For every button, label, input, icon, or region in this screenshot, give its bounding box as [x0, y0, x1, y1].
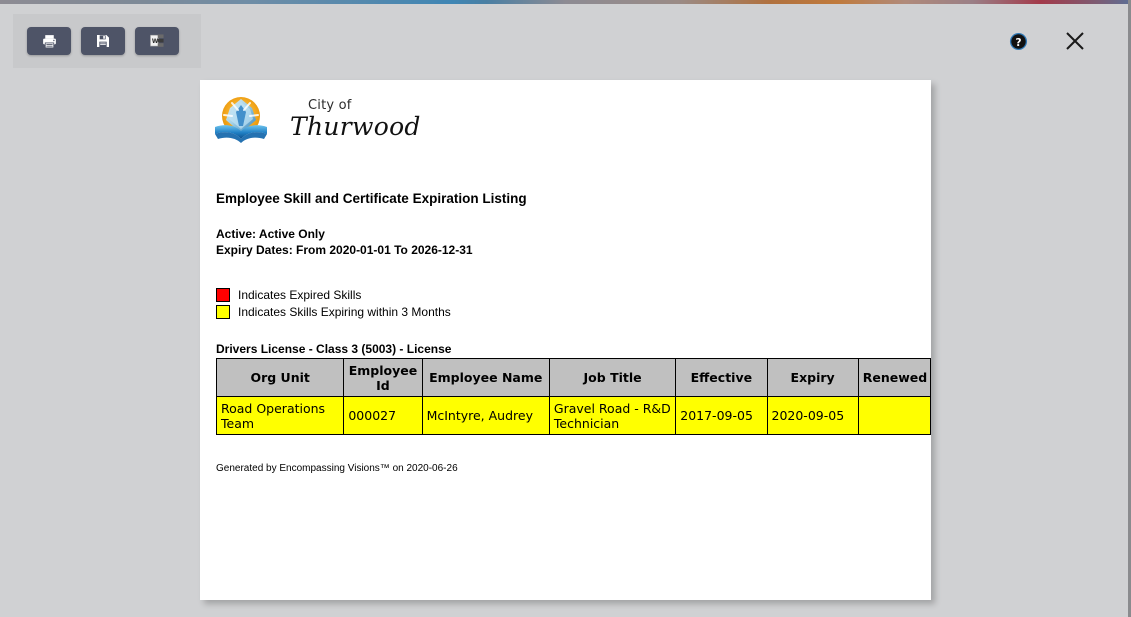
logo-line-city: City of: [308, 97, 352, 113]
help-icon[interactable]: ?: [1008, 31, 1028, 51]
top-color-strip: [0, 0, 1131, 4]
globe-book-logo-icon: [210, 93, 272, 148]
export-word-button[interactable]: W: [135, 27, 179, 55]
column-header-expiry: Expiry: [766, 358, 859, 397]
generated-footer: Generated by Encompassing Visions™ on 20…: [216, 463, 458, 474]
cell-org-unit: Road Operations Team: [215, 396, 345, 435]
column-header-renewed: Renewed: [857, 358, 931, 397]
logo-line-name: Thurwood: [290, 111, 421, 141]
legend-item-expiring: Indicates Skills Expiring within 3 Month…: [216, 303, 921, 320]
report-param-expiry-dates: Expiry Dates: From 2020-01-01 To 2026-12…: [216, 243, 473, 257]
legend: Indicates Expired Skills Indicates Skill…: [216, 286, 921, 320]
legend-swatch-yellow: [216, 304, 230, 319]
cell-employee-name: McIntyre, Audrey: [421, 396, 550, 435]
floppy-disk-icon: [95, 33, 111, 49]
word-document-icon: W: [148, 33, 166, 49]
organization-logo: City of Thurwood: [208, 90, 921, 148]
close-icon[interactable]: [1063, 29, 1087, 53]
column-header-employee-id: Employee Id: [343, 358, 423, 397]
column-header-org-unit: Org Unit: [215, 358, 345, 397]
cell-employee-id: 000027: [343, 396, 423, 435]
printer-icon: [41, 33, 58, 50]
svg-text:?: ?: [1015, 36, 1021, 48]
column-header-employee-name: Employee Name: [421, 358, 550, 397]
page-title: Employee Skill and Certificate Expiratio…: [216, 191, 527, 206]
print-button[interactable]: [27, 27, 71, 55]
legend-item-expired: Indicates Expired Skills: [216, 286, 921, 303]
cell-renewed: [857, 396, 931, 435]
section-heading: Drivers License - Class 3 (5003) - Licen…: [216, 342, 452, 356]
save-button[interactable]: [81, 27, 125, 55]
legend-swatch-red: [216, 287, 230, 302]
table-header-row: Org Unit Employee Id Employee Name Job T…: [215, 358, 931, 397]
logo-wordmark: City of Thurwood: [282, 99, 421, 143]
report-param-active: Active: Active Only: [216, 227, 325, 241]
column-header-job-title: Job Title: [548, 358, 677, 397]
table-row: Road Operations Team 000027 McIntyre, Au…: [215, 396, 931, 435]
legend-label-expired: Indicates Expired Skills: [238, 287, 362, 302]
report-page: City of Thurwood Employee Skill and Cert…: [200, 80, 931, 600]
cell-job-title: Gravel Road - R&D Technician: [548, 396, 677, 435]
cell-effective: 2017-09-05: [675, 396, 768, 435]
skills-table: Org Unit Employee Id Employee Name Job T…: [215, 358, 931, 435]
report-toolbar: W: [13, 14, 201, 68]
report-parameters: Active: Active Only Expiry Dates: From 2…: [208, 226, 921, 258]
column-header-effective: Effective: [675, 358, 768, 397]
legend-label-expiring: Indicates Skills Expiring within 3 Month…: [238, 304, 451, 319]
cell-expiry: 2020-09-05: [766, 396, 859, 435]
